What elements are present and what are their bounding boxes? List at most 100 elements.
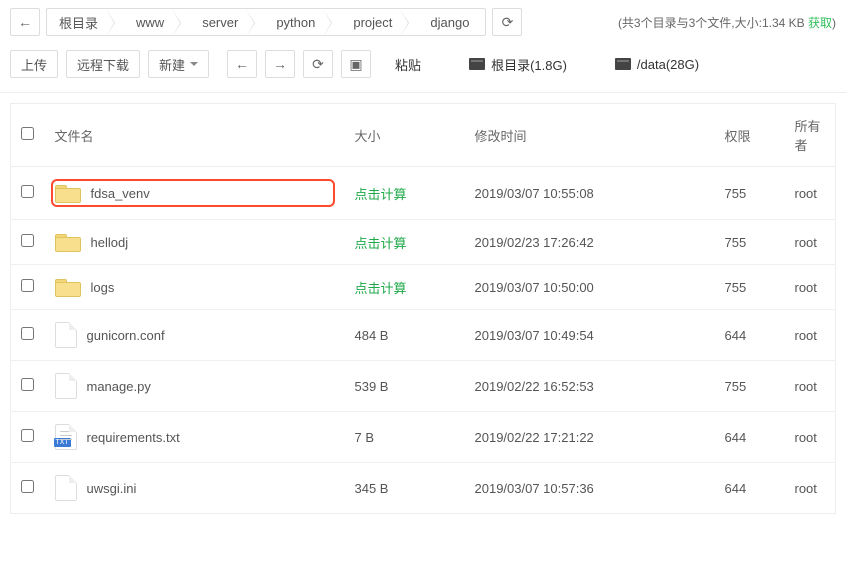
toolbar: 上传 远程下载 新建 ← → ⟳ ▣ 粘贴 根目录(1.8G) /data(28… xyxy=(0,44,846,93)
path-bar: ← 根目录wwwserverpythonprojectdjango ⟳ (共3个… xyxy=(0,0,846,44)
header-owner[interactable]: 所有者 xyxy=(785,104,836,167)
file-mtime: 2019/03/07 10:55:08 xyxy=(465,167,715,220)
file-icon xyxy=(55,322,77,348)
file-owner: root xyxy=(785,463,836,514)
file-name-cell[interactable]: logs xyxy=(55,277,335,297)
table-row: fdsa_venv 点击计算 2019/03/07 10:55:08755root xyxy=(11,167,836,220)
upload-button[interactable]: 上传 xyxy=(10,50,58,78)
file-permissions: 755 xyxy=(715,361,785,412)
file-name-cell[interactable]: hellodj xyxy=(55,232,335,252)
file-name-label: gunicorn.conf xyxy=(87,328,165,343)
paste-button[interactable]: 粘贴 xyxy=(389,55,427,74)
header-perm[interactable]: 权限 xyxy=(715,104,785,167)
table-row: hellodj点击计算2019/02/23 17:26:42755root xyxy=(11,220,836,265)
file-mtime: 2019/02/23 17:26:42 xyxy=(465,220,715,265)
file-name-cell[interactable]: manage.py xyxy=(55,373,335,399)
header-size[interactable]: 大小 xyxy=(345,104,465,167)
remote-download-button[interactable]: 远程下载 xyxy=(66,50,140,78)
file-owner: root xyxy=(785,265,836,310)
file-owner: root xyxy=(785,412,836,463)
file-permissions: 644 xyxy=(715,310,785,361)
breadcrumb-item[interactable]: project xyxy=(331,9,408,35)
file-size: 7 B xyxy=(355,430,375,445)
table-header-row: 文件名 大小 修改时间 权限 所有者 xyxy=(11,104,836,167)
file-owner: root xyxy=(785,361,836,412)
file-size: 345 B xyxy=(355,481,389,496)
data-disk-link[interactable]: /data(28G) xyxy=(609,57,705,72)
select-all-checkbox[interactable] xyxy=(21,127,34,140)
file-mtime: 2019/03/07 10:49:54 xyxy=(465,310,715,361)
breadcrumb-item[interactable]: www xyxy=(114,9,180,35)
row-checkbox[interactable] xyxy=(21,234,34,247)
breadcrumb-item[interactable]: python xyxy=(254,9,331,35)
file-mtime: 2019/02/22 16:52:53 xyxy=(465,361,715,412)
summary-suffix: ) xyxy=(832,16,836,30)
summary-text: (共3个目录与3个文件,大小:1.34 KB xyxy=(618,16,808,30)
file-name-label: requirements.txt xyxy=(87,430,180,445)
disk-icon xyxy=(469,58,485,70)
row-checkbox[interactable] xyxy=(21,429,34,442)
calc-size-link[interactable]: 点击计算 xyxy=(355,281,407,296)
refresh-icon: ⟳ xyxy=(502,15,514,29)
data-disk-label: /data(28G) xyxy=(637,57,699,72)
disk-icon xyxy=(615,58,631,70)
breadcrumb-item[interactable]: django xyxy=(408,9,485,35)
file-name-cell[interactable]: fdsa_venv xyxy=(51,179,335,207)
file-permissions: 755 xyxy=(715,265,785,310)
file-name-cell[interactable]: gunicorn.conf xyxy=(55,322,335,348)
file-icon xyxy=(55,373,77,399)
arrow-left-icon: ← xyxy=(235,57,249,71)
file-owner: root xyxy=(785,220,836,265)
arrow-right-icon: → xyxy=(273,57,287,71)
nav-forward-button[interactable]: → xyxy=(265,50,295,78)
file-permissions: 755 xyxy=(715,167,785,220)
row-checkbox[interactable] xyxy=(21,279,34,292)
file-table-wrap: 文件名 大小 修改时间 权限 所有者 fdsa_venv 点击计算 2019/03/… xyxy=(0,93,846,524)
nav-back-button[interactable]: ← xyxy=(227,50,257,78)
terminal-button[interactable]: ▣ xyxy=(341,50,371,78)
folder-icon xyxy=(55,277,81,297)
root-disk-label: 根目录(1.8G) xyxy=(491,55,567,74)
file-mtime: 2019/03/07 10:50:00 xyxy=(465,265,715,310)
calc-size-link[interactable]: 点击计算 xyxy=(355,187,407,202)
row-checkbox[interactable] xyxy=(21,480,34,493)
row-checkbox[interactable] xyxy=(21,185,34,198)
file-name-label: fdsa_venv xyxy=(91,186,150,201)
file-permissions: 644 xyxy=(715,412,785,463)
table-row: gunicorn.conf 484 B 2019/03/07 10:49:54644… xyxy=(11,310,836,361)
header-name[interactable]: 文件名 xyxy=(45,104,345,167)
directory-summary: (共3个目录与3个文件,大小:1.34 KB 获取) xyxy=(618,14,836,31)
root-disk-link[interactable]: 根目录(1.8G) xyxy=(463,55,573,74)
folder-icon xyxy=(55,183,81,203)
txt-file-icon xyxy=(55,424,77,450)
table-row: uwsgi.ini 345 B 2019/03/07 10:57:36644root xyxy=(11,463,836,514)
file-permissions: 644 xyxy=(715,463,785,514)
file-name-label: uwsgi.ini xyxy=(87,481,137,496)
file-name-cell[interactable]: uwsgi.ini xyxy=(55,475,335,501)
header-mtime[interactable]: 修改时间 xyxy=(465,104,715,167)
row-checkbox[interactable] xyxy=(21,378,34,391)
folder-icon xyxy=(55,232,81,252)
summary-fetch-link[interactable]: 获取 xyxy=(808,16,832,30)
refresh-path-button[interactable]: ⟳ xyxy=(492,8,522,36)
back-button[interactable]: ← xyxy=(10,8,40,36)
file-table: 文件名 大小 修改时间 权限 所有者 fdsa_venv 点击计算 2019/03/… xyxy=(10,103,836,514)
breadcrumb-item[interactable]: 根目录 xyxy=(47,9,114,35)
refresh-button[interactable]: ⟳ xyxy=(303,50,333,78)
file-mtime: 2019/02/22 17:21:22 xyxy=(465,412,715,463)
file-name-label: manage.py xyxy=(87,379,151,394)
file-owner: root xyxy=(785,167,836,220)
file-name-cell[interactable]: requirements.txt xyxy=(55,424,335,450)
table-row: manage.py539 B2019/02/22 16:52:53755root xyxy=(11,361,836,412)
table-row: requirements.txt 7 B 2019/02/22 17:21:2264… xyxy=(11,412,836,463)
file-name-label: hellodj xyxy=(91,235,129,250)
breadcrumb-item[interactable]: server xyxy=(180,9,254,35)
file-size: 484 B xyxy=(355,328,389,343)
row-checkbox[interactable] xyxy=(21,327,34,340)
file-icon xyxy=(55,475,77,501)
new-dropdown[interactable]: 新建 xyxy=(148,50,209,78)
arrow-left-icon: ← xyxy=(18,15,32,29)
refresh-icon: ⟳ xyxy=(312,57,324,71)
file-mtime: 2019/03/07 10:57:36 xyxy=(465,463,715,514)
calc-size-link[interactable]: 点击计算 xyxy=(355,236,407,251)
